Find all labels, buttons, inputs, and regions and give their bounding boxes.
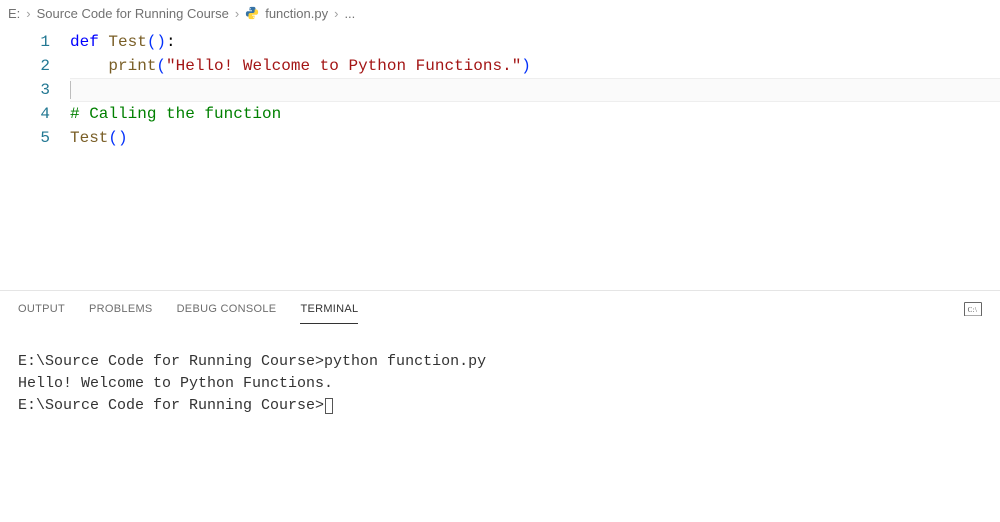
tab-debug-console[interactable]: DEBUG CONSOLE: [177, 295, 277, 323]
terminal-prompt: E:\Source Code for Running Course>: [18, 397, 324, 414]
breadcrumb-folder[interactable]: Source Code for Running Course: [37, 6, 229, 21]
python-file-icon: [245, 6, 259, 20]
breadcrumb: E: › Source Code for Running Course › fu…: [0, 0, 1000, 26]
code-line[interactable]: # Calling the function: [70, 102, 1000, 126]
line-number: 2: [0, 54, 50, 78]
line-number: 3: [0, 78, 50, 102]
panel-tab-bar: OUTPUT PROBLEMS DEBUG CONSOLE TERMINAL C…: [0, 291, 1000, 327]
chevron-right-icon: ›: [334, 6, 338, 21]
line-number: 4: [0, 102, 50, 126]
breadcrumb-file[interactable]: function.py: [265, 6, 328, 21]
chevron-right-icon: ›: [26, 6, 30, 21]
terminal-line: E:\Source Code for Running Course>python…: [18, 351, 982, 373]
chevron-right-icon: ›: [235, 6, 239, 21]
code-line[interactable]: print("Hello! Welcome to Python Function…: [70, 54, 1000, 78]
terminal-line: Hello! Welcome to Python Functions.: [18, 373, 982, 395]
terminal-cursor: [325, 398, 333, 414]
code-area[interactable]: def Test(): print("Hello! Welcome to Pyt…: [70, 30, 1000, 290]
line-number-gutter: 1 2 3 4 5: [0, 30, 70, 290]
code-line-active[interactable]: [70, 78, 1000, 102]
tab-problems[interactable]: PROBLEMS: [89, 295, 153, 323]
breadcrumb-symbol[interactable]: ...: [344, 6, 355, 21]
line-number: 5: [0, 126, 50, 150]
bottom-panel: OUTPUT PROBLEMS DEBUG CONSOLE TERMINAL C…: [0, 290, 1000, 522]
code-line[interactable]: def Test():: [70, 30, 1000, 54]
tab-output[interactable]: OUTPUT: [18, 295, 65, 323]
breadcrumb-drive[interactable]: E:: [8, 6, 20, 21]
line-number: 1: [0, 30, 50, 54]
code-line[interactable]: Test(): [70, 126, 1000, 150]
svg-text:C:\: C:\: [968, 306, 978, 314]
code-editor[interactable]: 1 2 3 4 5 def Test(): print("Hello! Welc…: [0, 26, 1000, 290]
terminal-output[interactable]: E:\Source Code for Running Course>python…: [0, 327, 1000, 522]
terminal-launch-icon[interactable]: C:\: [964, 302, 982, 316]
tab-terminal[interactable]: TERMINAL: [300, 295, 358, 324]
